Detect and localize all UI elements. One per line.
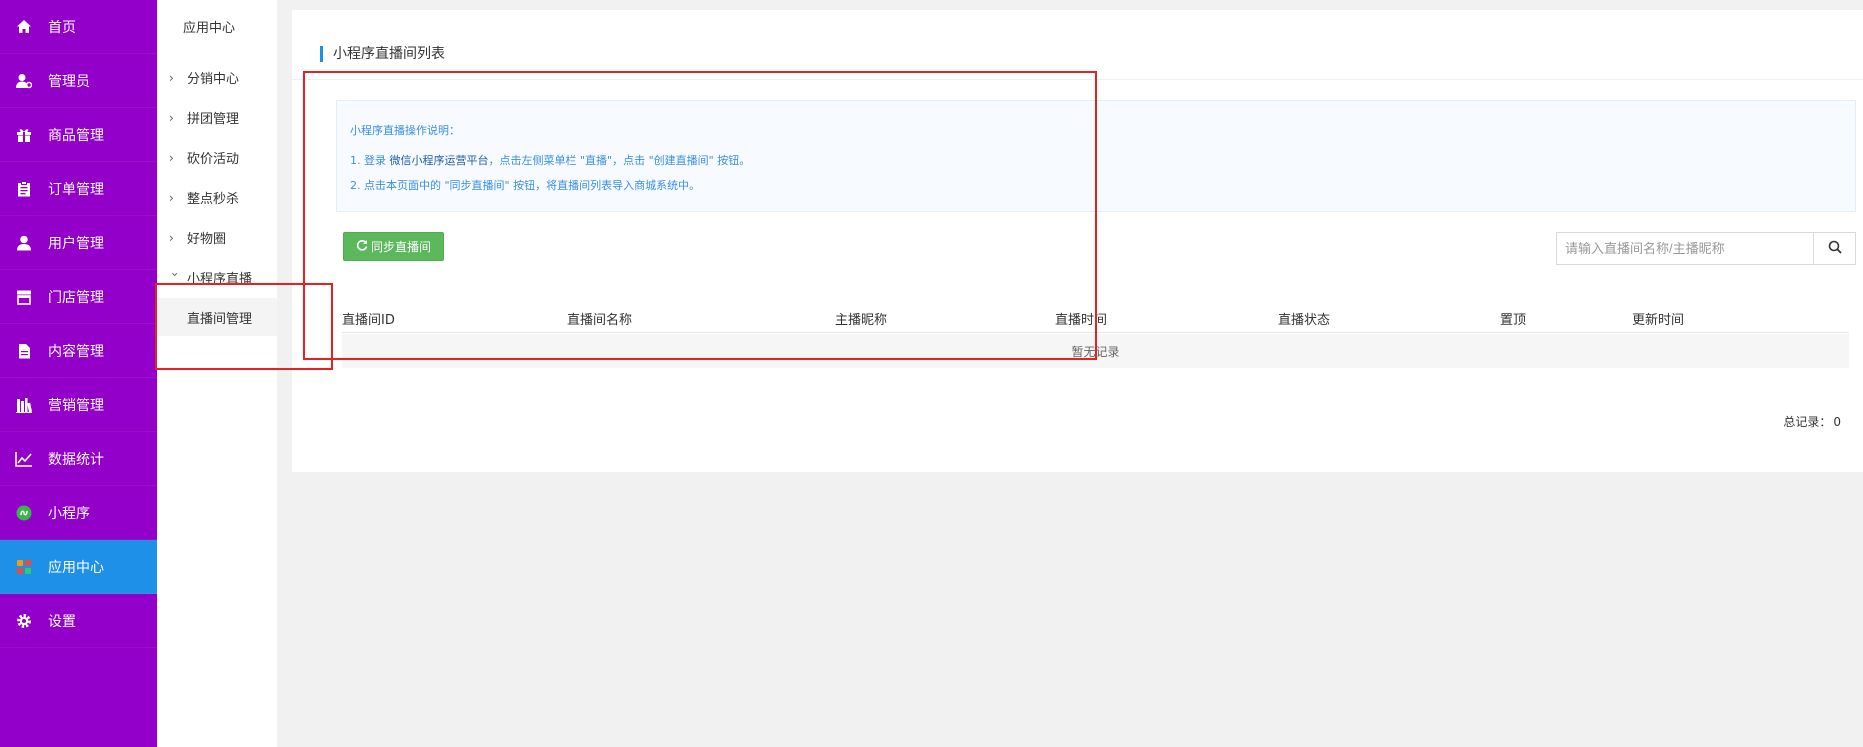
chevron-right-icon: › — [169, 70, 174, 85]
sidebar-item-label: 订单管理 — [48, 181, 104, 198]
column-header-name: 直播间名称 — [567, 313, 633, 328]
store-icon — [14, 287, 34, 307]
layout-gutter — [277, 0, 292, 747]
sidebar-item-label: 小程序 — [48, 505, 90, 522]
table-header: 直播间ID 直播间名称 主播昵称 直播时间 直播状态 置顶 更新时间 — [342, 301, 1849, 333]
submenu-item-live-room-management[interactable]: 直播间管理 — [157, 298, 277, 336]
search-button[interactable] — [1813, 233, 1855, 264]
submenu-item-live[interactable]: › 小程序直播 — [168, 268, 253, 288]
table-empty-row: 暂无记录 — [342, 334, 1849, 368]
search-icon — [1828, 239, 1842, 258]
chevron-down-icon: › — [168, 271, 182, 277]
column-header-live-time: 直播时间 — [1055, 313, 1108, 328]
wechat-platform-link[interactable]: 微信小程序运营平台 — [390, 154, 489, 167]
submenu-item-group-buy[interactable]: › 拼团管理 — [169, 108, 240, 128]
admin-icon — [14, 71, 34, 91]
column-header-updated: 更新时间 — [1632, 313, 1685, 328]
sidebar-item-label: 用户管理 — [48, 235, 104, 252]
chevron-right-icon: › — [169, 230, 174, 245]
notice-line-1: 1. 登录 微信小程序运营平台，点击左侧菜单栏 "直播"，点击 "创建直播间" … — [350, 152, 750, 168]
submenu-item-label: 拼团管理 — [187, 112, 240, 127]
home-icon — [14, 17, 34, 37]
main-sidebar: 首页 管理员 商品管理 订单管理 用户管理 门店管理 内容管理 营销管理 数据统… — [0, 0, 157, 747]
chevron-right-icon: › — [169, 150, 174, 165]
sidebar-item-users[interactable]: 用户管理 — [0, 216, 157, 270]
submenu-panel: 应用中心 › 分销中心 › 拼团管理 › 砍价活动 › 整点秒杀 › 好物圈 ›… — [157, 0, 277, 747]
document-icon — [14, 341, 34, 361]
notice-title: 小程序直播操作说明： — [350, 124, 460, 137]
sidebar-item-label: 门店管理 — [48, 289, 104, 306]
sidebar-item-label: 管理员 — [48, 73, 90, 90]
submenu-item-bargain[interactable]: › 砍价活动 — [169, 148, 240, 168]
instructions-notice: 小程序直播操作说明： 1. 登录 微信小程序运营平台，点击左侧菜单栏 "直播"，… — [336, 100, 1856, 212]
user-icon — [14, 233, 34, 253]
total-records: 总记录： 0 — [1783, 413, 1841, 430]
sync-button-label: 同步直播间 — [370, 240, 431, 254]
search-input[interactable] — [1557, 233, 1813, 264]
sidebar-item-label: 数据统计 — [48, 451, 104, 468]
sidebar-item-content[interactable]: 内容管理 — [0, 324, 157, 378]
sidebar-item-label: 商品管理 — [48, 127, 104, 144]
notice-line-2: 2. 点击本页面中的 "同步直播间" 按钮，将直播间列表导入商城系统中。 — [350, 179, 701, 192]
submenu-item-distribution[interactable]: › 分销中心 — [169, 68, 240, 88]
apps-icon — [14, 557, 34, 577]
sidebar-item-admin[interactable]: 管理员 — [0, 54, 157, 108]
sidebar-item-settings[interactable]: 设置 — [0, 594, 157, 648]
mini-program-icon — [14, 503, 34, 523]
total-value: 0 — [1833, 415, 1841, 429]
column-header-pinned: 置顶 — [1500, 313, 1527, 328]
submenu-title: 应用中心 — [183, 21, 236, 36]
chevron-right-icon: › — [169, 190, 174, 205]
column-header-status: 直播状态 — [1278, 313, 1331, 328]
page-title: 小程序直播间列表 — [320, 46, 445, 62]
sidebar-item-orders[interactable]: 订单管理 — [0, 162, 157, 216]
submenu-item-label: 小程序直播 — [187, 272, 253, 287]
sidebar-item-statistics[interactable]: 数据统计 — [0, 432, 157, 486]
submenu-item-label: 好物圈 — [187, 232, 227, 247]
gift-icon — [14, 125, 34, 145]
panel-header: 小程序直播间列表 — [292, 10, 1863, 80]
gear-icon — [14, 611, 34, 631]
line-chart-icon — [14, 449, 34, 469]
sidebar-item-goods[interactable]: 商品管理 — [0, 108, 157, 162]
column-header-anchor: 主播昵称 — [835, 313, 888, 328]
sidebar-item-stores[interactable]: 门店管理 — [0, 270, 157, 324]
sidebar-item-marketing[interactable]: 营销管理 — [0, 378, 157, 432]
sidebar-item-label: 应用中心 — [48, 559, 104, 576]
clipboard-icon — [14, 179, 34, 199]
submenu-item-label: 整点秒杀 — [187, 192, 240, 207]
notice-text: ，点击左侧菜单栏 "直播"，点击 "创建直播间" 按钮。 — [488, 154, 751, 167]
sidebar-item-app-center[interactable]: 应用中心 — [0, 540, 157, 594]
sidebar-item-label: 设置 — [48, 613, 76, 630]
total-label: 总记录： — [1783, 415, 1832, 429]
sidebar-item-label: 营销管理 — [48, 397, 104, 414]
refresh-icon — [356, 239, 368, 254]
chevron-right-icon: › — [169, 110, 174, 125]
sidebar-item-mini-program[interactable]: 小程序 — [0, 486, 157, 540]
search-box — [1556, 232, 1856, 265]
submenu-item-label: 分销中心 — [187, 72, 240, 87]
column-header-id: 直播间ID — [342, 313, 395, 328]
sync-live-rooms-button[interactable]: 同步直播间 — [343, 232, 444, 261]
sidebar-item-home[interactable]: 首页 — [0, 0, 157, 54]
sidebar-item-label: 内容管理 — [48, 343, 104, 360]
books-icon — [14, 395, 34, 415]
sidebar-item-label: 首页 — [48, 19, 76, 36]
submenu-item-label: 砍价活动 — [187, 152, 240, 167]
submenu-item-flash-sale[interactable]: › 整点秒杀 — [169, 188, 240, 208]
notice-text: 1. 登录 — [350, 154, 390, 167]
submenu-item-goods-circle[interactable]: › 好物圈 — [169, 228, 227, 248]
content-panel: 小程序直播间列表 小程序直播操作说明： 1. 登录 微信小程序运营平台，点击左侧… — [292, 10, 1863, 472]
